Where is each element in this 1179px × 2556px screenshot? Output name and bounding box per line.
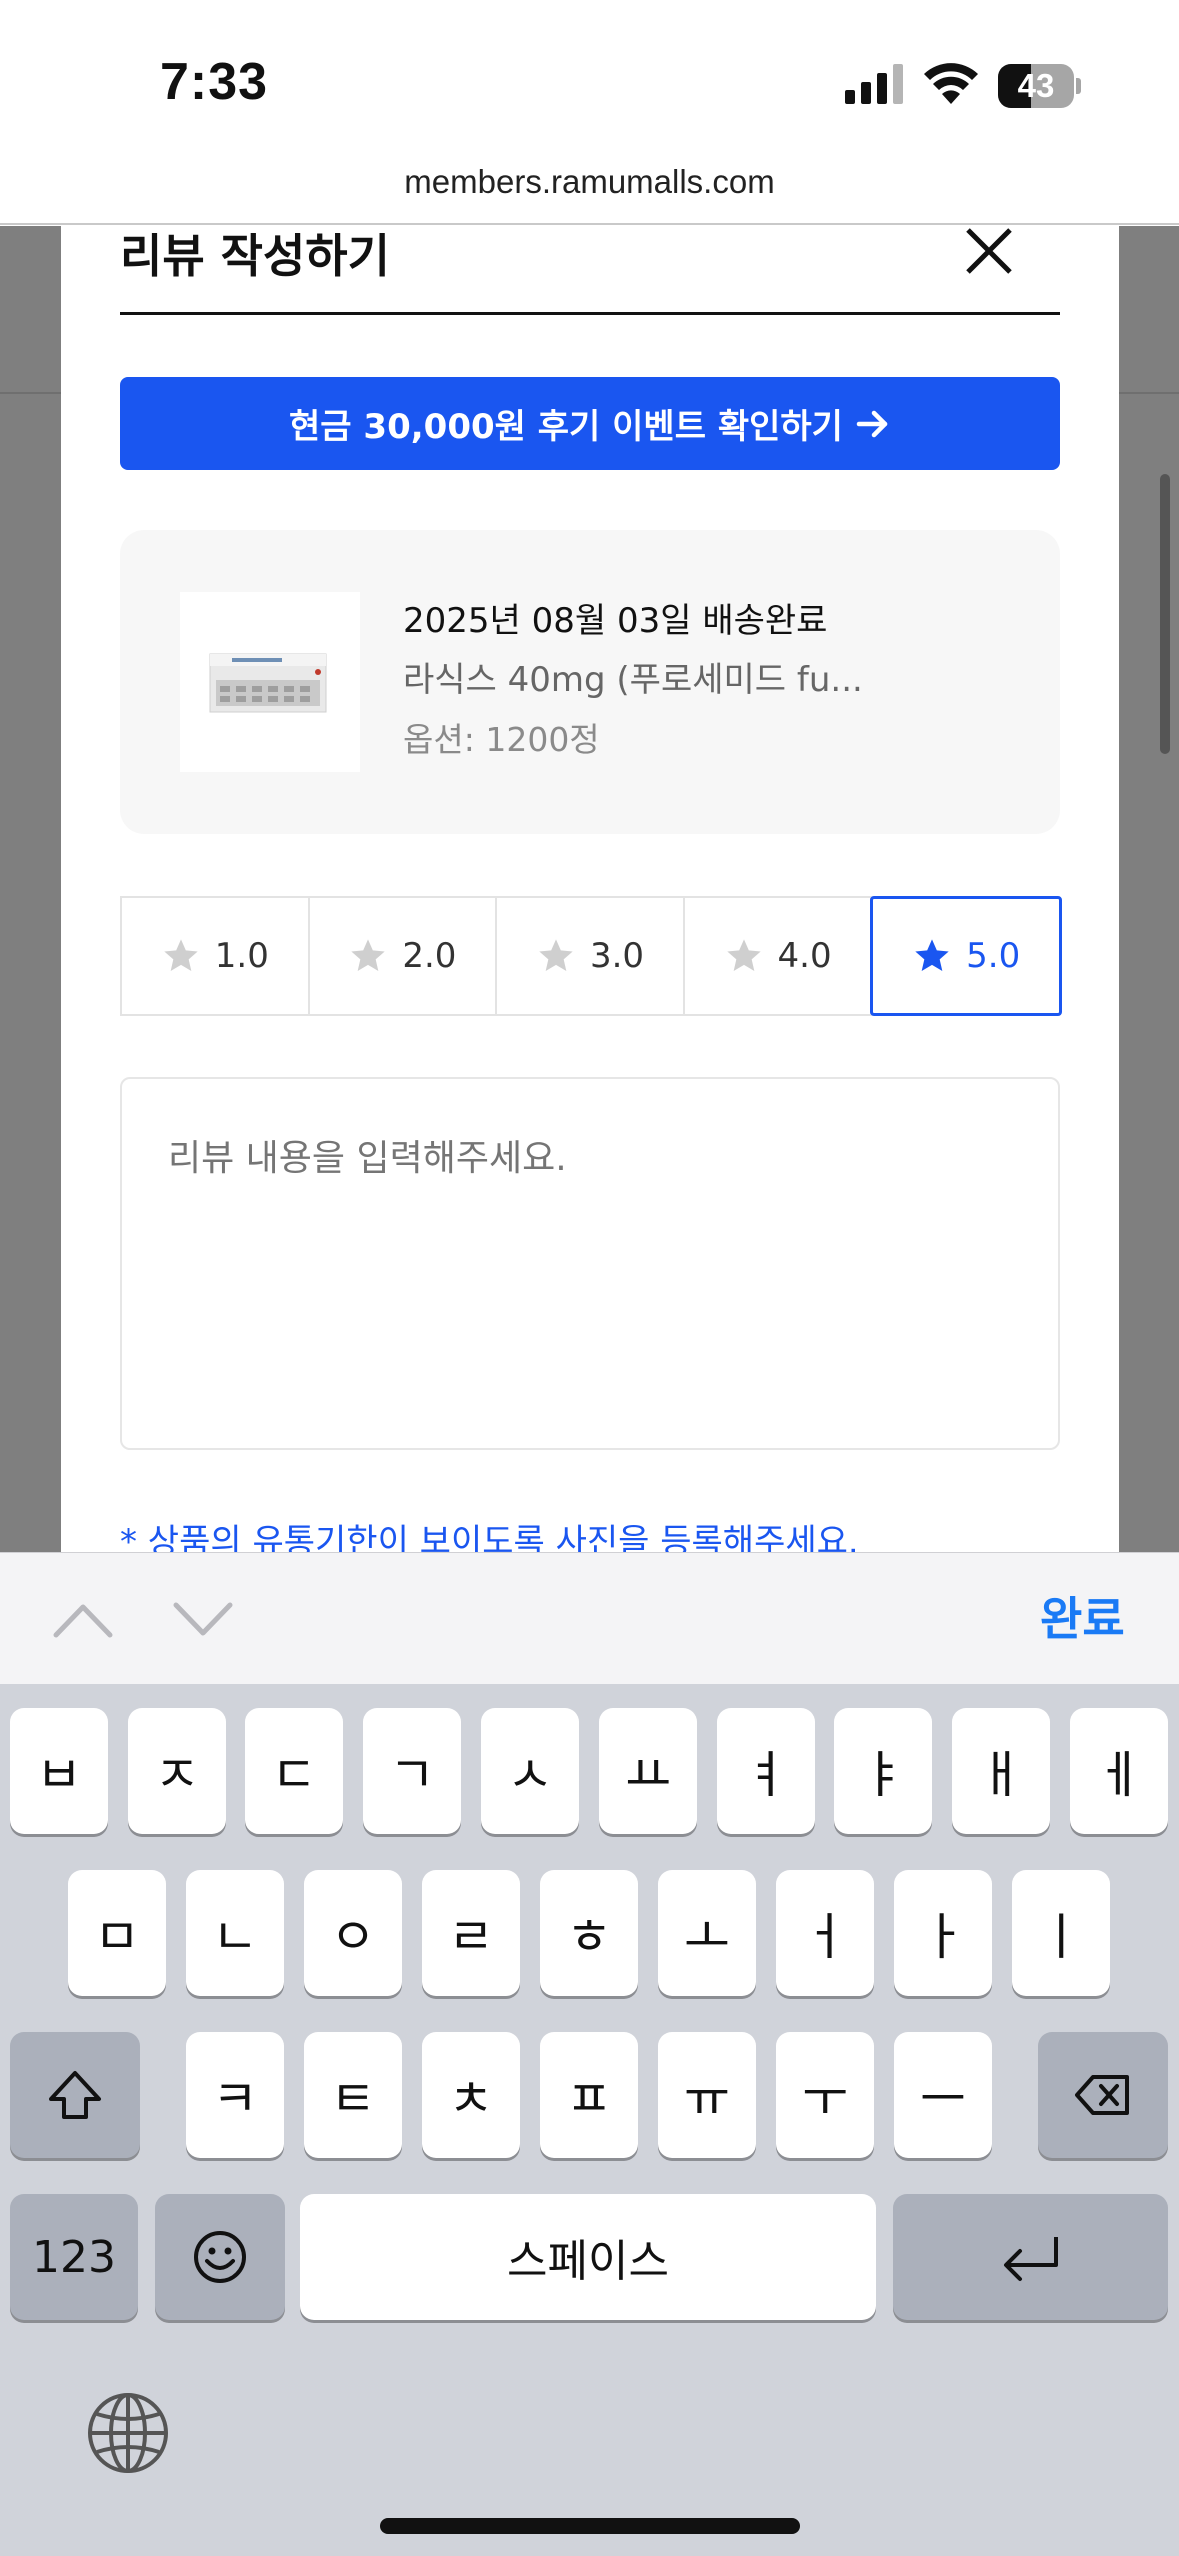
wifi-icon (924, 63, 978, 104)
product-name: 라식스 40mg (푸로세미드 fu... (403, 660, 863, 700)
key-10[interactable]: ㅔ (1070, 1708, 1168, 1834)
rating-option-1[interactable]: 1.0 (120, 896, 310, 1016)
rating-label: 1.0 (214, 936, 269, 976)
key-16[interactable]: ㅗ (658, 1870, 756, 1996)
backspace-key[interactable] (1038, 2032, 1168, 2158)
star-icon (164, 939, 198, 971)
key-19[interactable]: ㅣ (1012, 1870, 1110, 1996)
return-key[interactable] (893, 2194, 1168, 2320)
key-8[interactable]: ㅑ (834, 1708, 932, 1834)
numbers-key[interactable]: 123 (10, 2194, 138, 2320)
key-21[interactable]: ㅌ (304, 2032, 402, 2158)
star-icon (726, 939, 761, 971)
status-time: 7:33 (160, 53, 269, 111)
return-icon (1003, 2237, 1058, 2281)
key-26[interactable]: ㅡ (894, 2032, 992, 2158)
medicine-box-image (209, 653, 327, 713)
star-icon (915, 939, 949, 971)
battery-icon: 43 (998, 64, 1081, 108)
key-14[interactable]: ㄹ (422, 1870, 520, 1996)
keyboard: ㅂ ㅈ ㄷ ㄱ ㅅ ㅛ ㅕ ㅑ ㅐ ㅔ ㅁ ㄴ ㅇ ㄹ ㅎ ㅗ ㅓ ㅏ ㅣ ㅋ … (0, 1684, 1179, 2556)
key-25[interactable]: ㅜ (776, 2032, 874, 2158)
rating-option-4[interactable]: 4.0 (682, 896, 873, 1016)
key-7[interactable]: ㅕ (717, 1708, 815, 1834)
rating-label: 4.0 (777, 936, 832, 976)
review-textarea[interactable] (120, 1077, 1060, 1450)
key-11[interactable]: ㅁ (68, 1870, 166, 1996)
key-20[interactable]: ㅋ (186, 2032, 284, 2158)
key-18[interactable]: ㅏ (894, 1870, 992, 1996)
close-icon[interactable] (954, 226, 1024, 286)
star-icon (539, 939, 573, 971)
key-13[interactable]: ㅇ (304, 1870, 402, 1996)
product-image (180, 592, 360, 772)
emoji-icon (194, 2231, 246, 2283)
star-icon (351, 939, 386, 971)
chevron-up-icon[interactable] (52, 1599, 114, 1639)
address-bar[interactable]: members.ramumalls.com (0, 150, 1179, 225)
key-9[interactable]: ㅐ (952, 1708, 1050, 1834)
key-23[interactable]: ㅍ (540, 2032, 638, 2158)
key-2[interactable]: ㅈ (128, 1708, 226, 1834)
event-button-label: 현금 30,000원 후기 이벤트 확인하기 (289, 407, 843, 447)
key-15[interactable]: ㅎ (540, 1870, 638, 1996)
shift-icon (49, 2071, 101, 2119)
shift-key[interactable] (10, 2032, 140, 2158)
page-scrollbar[interactable] (1160, 474, 1170, 754)
keyboard-toolbar: 완료 (0, 1552, 1179, 1684)
review-modal: 리뷰 작성하기 현금 30,000원 후기 이벤트 확인하기 2025년 08월… (61, 226, 1119, 1552)
modal-title: 리뷰 작성하기 (120, 229, 390, 283)
key-17[interactable]: ㅓ (776, 1870, 874, 1996)
cellular-signal-icon (845, 64, 903, 104)
key-24[interactable]: ㅠ (658, 2032, 756, 2158)
key-5[interactable]: ㅅ (481, 1708, 579, 1834)
rating-selector: 1.0 2.0 3.0 4.0 5.0 (120, 896, 1062, 1016)
title-divider (120, 312, 1060, 315)
photo-notice: * 상품의 유통기한이 보이도록 사진을 등록해주세요. (120, 1522, 859, 1552)
product-card: 2025년 08월 03일 배송완료 라식스 40mg (푸로세미드 fu...… (120, 530, 1060, 834)
key-3[interactable]: ㄷ (245, 1708, 343, 1834)
key-22[interactable]: ㅊ (422, 2032, 520, 2158)
globe-icon[interactable] (85, 2390, 171, 2476)
key-1[interactable]: ㅂ (10, 1708, 108, 1834)
status-bar: 7:33 43 (0, 0, 1179, 150)
key-4[interactable]: ㄱ (363, 1708, 461, 1834)
event-button[interactable]: 현금 30,000원 후기 이벤트 확인하기 (120, 377, 1060, 470)
arrow-right-icon (856, 410, 888, 437)
key-6[interactable]: ㅛ (599, 1708, 697, 1834)
product-option: 옵션: 1200정 (403, 720, 600, 759)
battery-percent: 43 (1017, 67, 1055, 104)
home-indicator (380, 2518, 800, 2534)
backspace-icon (1075, 2075, 1129, 2115)
key-12[interactable]: ㄴ (186, 1870, 284, 1996)
rating-label: 2.0 (402, 936, 457, 976)
rating-label: 5.0 (966, 936, 1021, 976)
rating-option-5[interactable]: 5.0 (870, 896, 1062, 1016)
rating-label: 3.0 (589, 936, 645, 976)
delivery-status: 2025년 08월 03일 배송완료 (403, 601, 828, 641)
done-button[interactable]: 완료 (1040, 1583, 1125, 1649)
rating-option-2[interactable]: 2.0 (307, 896, 498, 1016)
emoji-key[interactable] (155, 2194, 285, 2320)
space-key[interactable]: 스페이스 (300, 2194, 876, 2320)
url-text: members.ramumalls.com (404, 163, 775, 200)
chevron-down-icon[interactable] (172, 1599, 234, 1639)
rating-option-3[interactable]: 3.0 (495, 896, 685, 1016)
